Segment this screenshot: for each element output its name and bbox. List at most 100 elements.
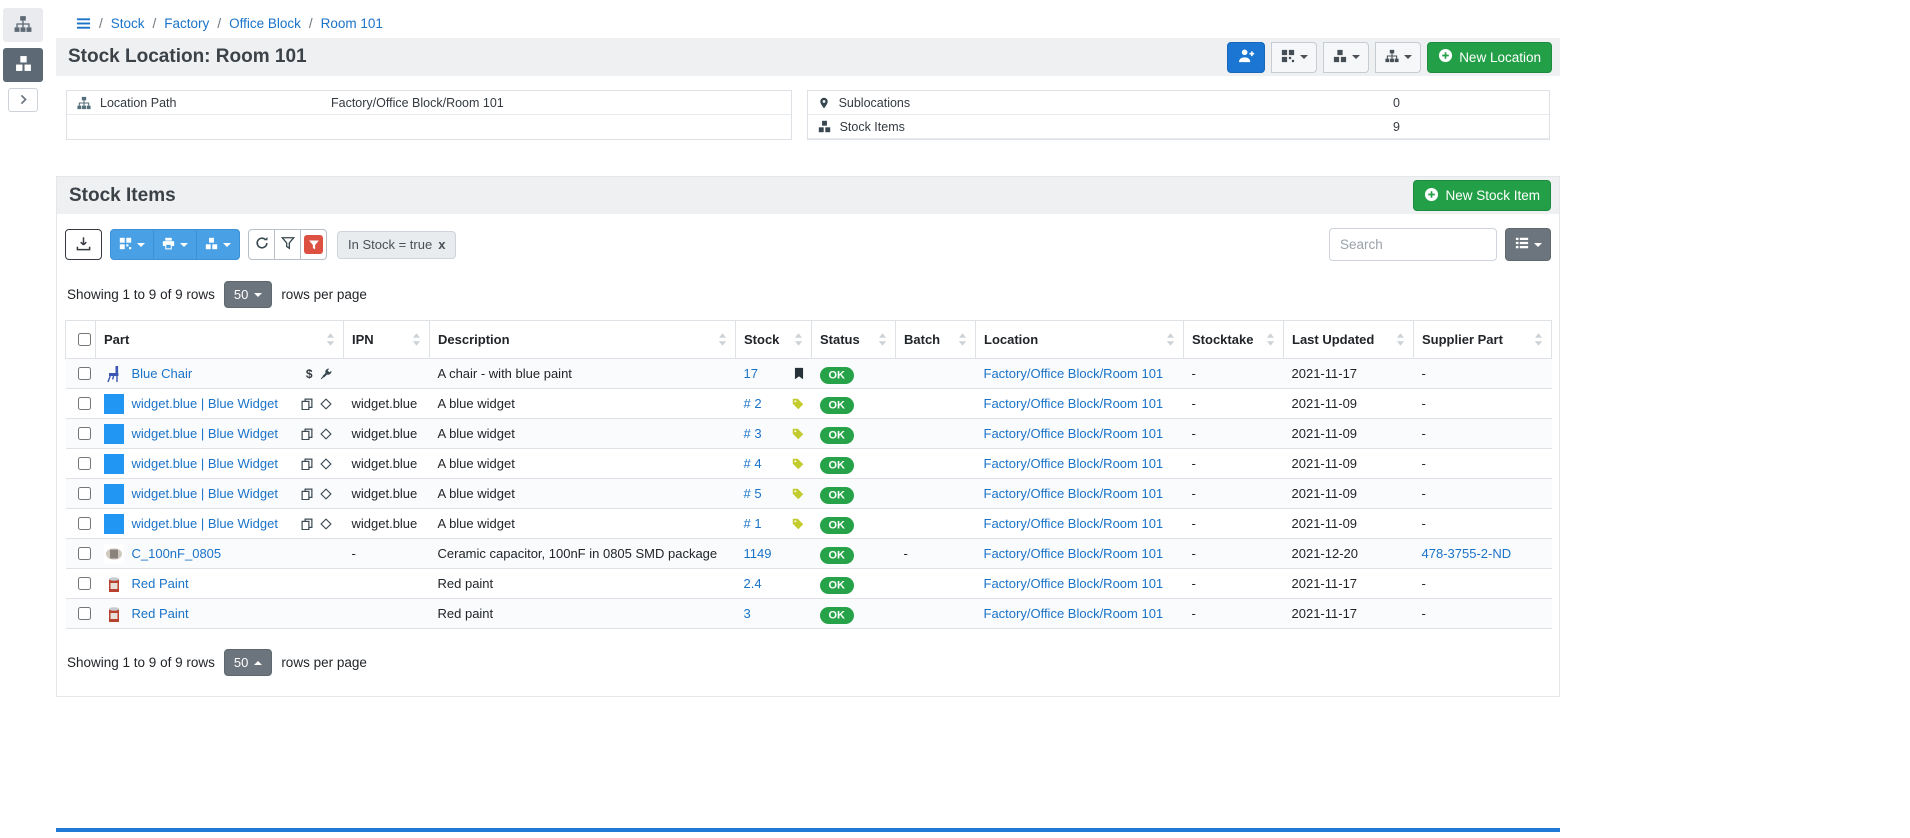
column-header-stocktake[interactable]: Stocktake xyxy=(1184,321,1284,359)
column-header-stock[interactable]: Stock xyxy=(736,321,812,359)
row-checkbox[interactable] xyxy=(78,547,91,560)
sort-icon[interactable] xyxy=(1534,333,1543,346)
toolbar-print-dropdown[interactable] xyxy=(153,229,197,260)
stock-link[interactable]: # 5 xyxy=(744,486,762,501)
location-link[interactable]: Factory/Office Block/Room 101 xyxy=(984,366,1164,381)
breadcrumb-link[interactable]: Office Block xyxy=(229,16,301,31)
stock-link[interactable]: 3 xyxy=(744,606,751,621)
location-link[interactable]: Factory/Office Block/Room 101 xyxy=(984,486,1164,501)
location-link[interactable]: Factory/Office Block/Room 101 xyxy=(984,576,1164,591)
row-checkbox[interactable] xyxy=(78,577,91,590)
row-checkbox[interactable] xyxy=(78,427,91,440)
stock-actions-button[interactable] xyxy=(1323,42,1369,73)
chair-thumbnail[interactable] xyxy=(104,364,124,384)
sort-icon[interactable] xyxy=(1166,333,1175,346)
location-path-row: Location Path Factory/Office Block/Room … xyxy=(67,91,791,115)
sort-icon[interactable] xyxy=(1396,333,1405,346)
column-header-description[interactable]: Description xyxy=(430,321,736,359)
blue-widget-thumbnail[interactable] xyxy=(104,484,124,504)
column-header-location[interactable]: Location xyxy=(976,321,1184,359)
page-size-dropdown[interactable]: 50 xyxy=(224,281,272,308)
clear-filters-button[interactable] xyxy=(300,229,327,260)
location-link[interactable]: Factory/Office Block/Room 101 xyxy=(984,456,1164,471)
caret-down-icon xyxy=(180,243,188,247)
stock-link[interactable]: # 1 xyxy=(744,516,762,531)
breadcrumb-link[interactable]: Room 101 xyxy=(321,16,383,31)
row-checkbox[interactable] xyxy=(78,487,91,500)
new-stock-item-button[interactable]: New Stock Item xyxy=(1413,180,1551,211)
location-actions-button[interactable] xyxy=(1375,42,1421,73)
page-size-dropdown[interactable]: 50 xyxy=(224,649,272,676)
location-link[interactable]: Factory/Office Block/Room 101 xyxy=(984,546,1164,561)
stock-link[interactable]: 2.4 xyxy=(744,576,762,591)
toolbar-barcode-dropdown[interactable] xyxy=(110,229,154,260)
row-checkbox[interactable] xyxy=(78,457,91,470)
row-checkbox[interactable] xyxy=(78,367,91,380)
breadcrumb-link[interactable]: Stock xyxy=(111,16,145,31)
stock-link[interactable]: # 3 xyxy=(744,426,762,441)
part-link[interactable]: widget.blue | Blue Widget xyxy=(132,426,278,441)
part-link[interactable]: widget.blue | Blue Widget xyxy=(132,456,278,471)
sitemap-icon xyxy=(1385,49,1399,66)
column-header-part[interactable]: Part xyxy=(96,321,344,359)
blue-widget-thumbnail[interactable] xyxy=(104,514,124,534)
sort-icon[interactable] xyxy=(326,333,335,346)
column-header-ipn[interactable]: IPN xyxy=(344,321,430,359)
sort-icon[interactable] xyxy=(794,333,803,346)
row-checkbox[interactable] xyxy=(78,397,91,410)
part-link[interactable]: Blue Chair xyxy=(132,366,193,381)
row-checkbox[interactable] xyxy=(78,517,91,530)
search-input[interactable] xyxy=(1329,228,1497,261)
sort-icon[interactable] xyxy=(878,333,887,346)
filter-button[interactable] xyxy=(274,229,301,260)
blue-widget-thumbnail[interactable] xyxy=(104,454,124,474)
export-button[interactable] xyxy=(65,229,102,260)
column-header-last-updated[interactable]: Last Updated xyxy=(1284,321,1414,359)
stock-link[interactable]: 1149 xyxy=(744,546,772,561)
last-updated-cell: 2021-11-17 xyxy=(1284,599,1414,629)
blue-widget-thumbnail[interactable] xyxy=(104,394,124,414)
stock-link[interactable]: 17 xyxy=(744,366,758,381)
status-badge: OK xyxy=(820,457,855,474)
select-all-checkbox[interactable] xyxy=(78,333,91,346)
sort-icon[interactable] xyxy=(958,333,967,346)
new-location-button[interactable]: New Location xyxy=(1427,42,1552,73)
part-link[interactable]: Red Paint xyxy=(132,606,189,621)
remove-filter-icon[interactable]: x xyxy=(438,237,445,252)
menu-icon[interactable] xyxy=(76,16,91,31)
sidebar-item-hierarchy[interactable] xyxy=(3,8,43,42)
subscribe-button[interactable] xyxy=(1227,42,1265,73)
column-header-status[interactable]: Status xyxy=(812,321,896,359)
stock-link[interactable]: # 4 xyxy=(744,456,762,471)
location-link[interactable]: Factory/Office Block/Room 101 xyxy=(984,426,1164,441)
supplier-part-link[interactable]: 478-3755-2-ND xyxy=(1422,546,1512,561)
location-link[interactable]: Factory/Office Block/Room 101 xyxy=(984,516,1164,531)
column-header-batch[interactable]: Batch xyxy=(896,321,976,359)
breadcrumb-link[interactable]: Factory xyxy=(164,16,209,31)
refresh-button[interactable] xyxy=(248,229,275,260)
part-link[interactable]: widget.blue | Blue Widget xyxy=(132,486,278,501)
sort-icon[interactable] xyxy=(1266,333,1275,346)
row-checkbox[interactable] xyxy=(78,607,91,620)
part-link[interactable]: widget.blue | Blue Widget xyxy=(132,396,278,411)
sort-icon[interactable] xyxy=(412,333,421,346)
sidebar-expand-button[interactable] xyxy=(8,88,38,112)
part-link[interactable]: C_100nF_0805 xyxy=(132,546,222,561)
capacitor-thumbnail[interactable] xyxy=(104,544,124,564)
paint-can-thumbnail[interactable] xyxy=(104,574,124,594)
ipn-cell xyxy=(344,599,430,629)
stock-link[interactable]: # 2 xyxy=(744,396,762,411)
sidebar-item-stock[interactable] xyxy=(3,48,43,82)
sort-icon[interactable] xyxy=(718,333,727,346)
location-link[interactable]: Factory/Office Block/Room 101 xyxy=(984,606,1164,621)
bookmark-icon xyxy=(794,367,804,380)
column-header-supplier-part[interactable]: Supplier Part xyxy=(1414,321,1552,359)
columns-dropdown-button[interactable] xyxy=(1505,228,1551,261)
blue-widget-thumbnail[interactable] xyxy=(104,424,124,444)
part-link[interactable]: widget.blue | Blue Widget xyxy=(132,516,278,531)
toolbar-stock-options-dropdown[interactable] xyxy=(196,229,240,260)
location-link[interactable]: Factory/Office Block/Room 101 xyxy=(984,396,1164,411)
paint-can-thumbnail[interactable] xyxy=(104,604,124,624)
barcode-actions-button[interactable] xyxy=(1271,42,1317,73)
part-link[interactable]: Red Paint xyxy=(132,576,189,591)
